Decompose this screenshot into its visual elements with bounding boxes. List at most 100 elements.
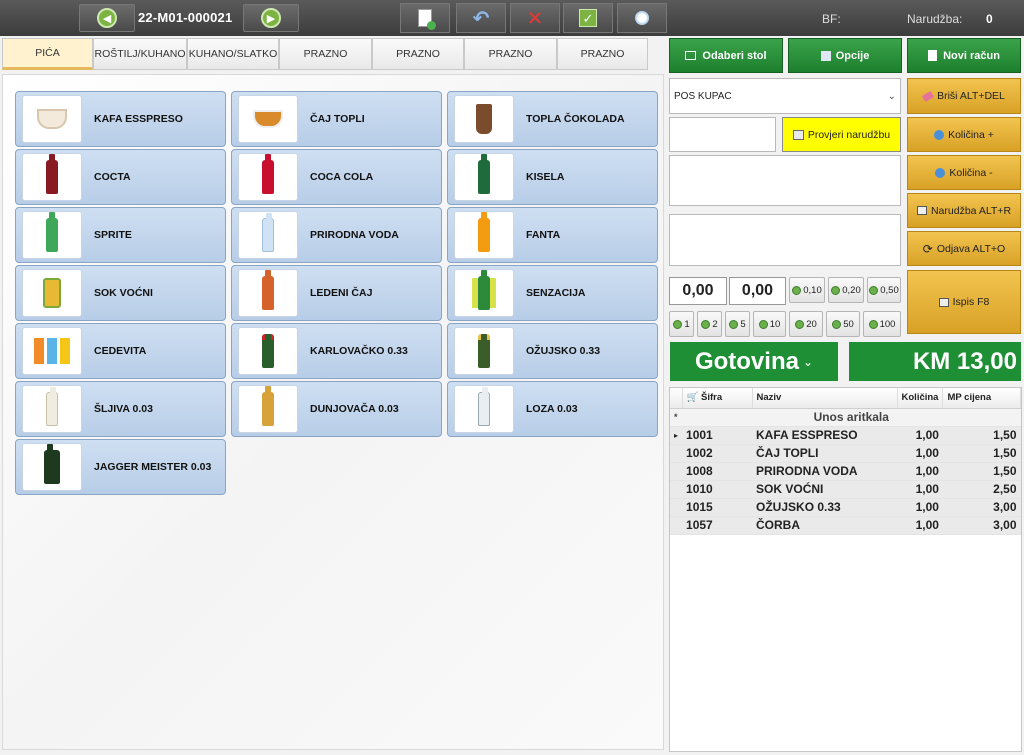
cancel-button[interactable]: ✕	[510, 3, 560, 33]
next-document-button[interactable]: ▶	[243, 4, 299, 32]
product-cocta[interactable]: COCTA	[15, 149, 226, 205]
ispis-button[interactable]: Ispis F8	[907, 270, 1021, 334]
product-caj-topli[interactable]: ČAJ TOPLI	[231, 91, 442, 147]
category-tabs: PIĆA ROŠTILJ/KUHANO KUHANO/SLATKO PRAZNO…	[2, 38, 663, 70]
table-row[interactable]: 1057 ČORBA 1,00 3,00	[670, 516, 1021, 535]
amount-field-1[interactable]: 0,00	[669, 277, 727, 305]
column-header-mp-cijena[interactable]: MP cijena	[942, 388, 1021, 409]
kolicina-minus-button[interactable]: Količina -	[907, 155, 1021, 190]
product-loza[interactable]: LOZA 0.03	[447, 381, 658, 437]
payment-method-value: Gotovina	[694, 347, 799, 375]
cell-cijena: 1,50	[942, 444, 1021, 463]
coin-1-button[interactable]: 1	[669, 311, 694, 337]
coin-100-button[interactable]: 100	[863, 311, 901, 337]
odaberi-stol-button[interactable]: Odaberi stol	[669, 38, 783, 73]
search-button[interactable]	[617, 3, 667, 33]
confirm-button[interactable]: ✓	[563, 3, 613, 33]
opcije-button[interactable]: Opcije	[788, 38, 902, 73]
tab-prazno-3[interactable]: PRAZNO	[464, 38, 557, 70]
product-sljiva[interactable]: ŠLJIVA 0.03	[15, 381, 226, 437]
product-label: KISELA	[526, 171, 565, 183]
product-karlovacko[interactable]: KARLOVAČKO 0.33	[231, 323, 442, 379]
tab-prazno-1[interactable]: PRAZNO	[279, 38, 372, 70]
table-row[interactable]: 1010 SOK VOĆNI 1,00 2,50	[670, 480, 1021, 499]
product-ledeni-caj[interactable]: LEDENI ČAJ	[231, 265, 442, 321]
product-sok-vocni[interactable]: SOK VOĆNI	[15, 265, 226, 321]
odjava-button[interactable]: ⟳ Odjava ALT+O	[907, 231, 1021, 266]
table-row[interactable]: 1002 ČAJ TOPLI 1,00 1,50	[670, 444, 1021, 463]
product-ozujsko[interactable]: OŽUJSKO 0.33	[447, 323, 658, 379]
tab-pica[interactable]: PIĆA	[2, 38, 93, 70]
coin-0-10-button[interactable]: 0,10	[789, 277, 825, 303]
product-coca-cola[interactable]: COCA COLA	[231, 149, 442, 205]
bottle-icon	[22, 153, 82, 201]
product-jagger-meister[interactable]: JAGGER MEISTER 0.03	[15, 439, 226, 495]
provjeri-narudzbu-button[interactable]: Provjeri narudžbu	[782, 117, 901, 152]
coin-label: 0,50	[880, 284, 899, 296]
coin-50-button[interactable]: 50	[826, 311, 860, 337]
cell-kolicina: 1,00	[897, 498, 943, 517]
brisi-button[interactable]: Briši ALT+DEL	[907, 78, 1021, 114]
coin-0-20-button[interactable]: 0,20	[828, 277, 864, 303]
product-sprite[interactable]: SPRITE	[15, 207, 226, 263]
hot-chocolate-icon	[454, 95, 514, 143]
customer-select[interactable]: POS KUPAC ⌄	[669, 78, 901, 114]
novi-racun-button[interactable]: Novi račun	[907, 38, 1021, 73]
product-kisela[interactable]: KISELA	[447, 149, 658, 205]
table-row[interactable]: ▸ 1001 KAFA ESSPRESO 1,00 1,50	[670, 426, 1021, 445]
items-table: 🛒 Šifra Naziv Količina MP cijena * Unos …	[669, 387, 1022, 752]
product-dunjovaca[interactable]: DUNJOVAČA 0.03	[231, 381, 442, 437]
kolicina-plus-button[interactable]: Količina +	[907, 117, 1021, 152]
coin-label: 100	[879, 318, 896, 330]
table-row[interactable]: 1008 PRIRODNA VODA 1,00 1,50	[670, 462, 1021, 481]
note-area-1[interactable]	[669, 155, 901, 206]
row-indicator	[670, 516, 683, 535]
previous-document-button[interactable]: ◀	[79, 4, 135, 32]
kolicina-minus-label: Količina -	[949, 166, 993, 179]
product-cedevita[interactable]: CEDEVITA	[15, 323, 226, 379]
product-prirodna-voda[interactable]: PRIRODNA VODA	[231, 207, 442, 263]
coin-icon	[729, 319, 739, 329]
table-header: 🛒 Šifra Naziv Količina MP cijena	[670, 388, 1021, 409]
bottle-icon	[238, 269, 298, 317]
undo-icon: ↶	[472, 7, 490, 30]
coin-20-button[interactable]: 20	[789, 311, 823, 337]
product-fanta[interactable]: FANTA	[447, 207, 658, 263]
product-senzacija[interactable]: SENZACIJA	[447, 265, 658, 321]
coin-5-button[interactable]: 5	[725, 311, 750, 337]
bottle-icon	[454, 269, 514, 317]
eraser-icon	[922, 90, 935, 102]
note-area-2[interactable]	[669, 214, 901, 266]
product-label: JAGGER MEISTER 0.03	[94, 461, 212, 473]
tab-prazno-4[interactable]: PRAZNO	[557, 38, 648, 70]
tab-prazno-2[interactable]: PRAZNO	[372, 38, 464, 70]
coin-0-50-button[interactable]: 0,50	[867, 277, 901, 303]
product-topla-cokolada[interactable]: TOPLA ČOKOLADA	[447, 91, 658, 147]
column-header-naziv[interactable]: Naziv	[752, 388, 898, 409]
new-item-row[interactable]: * Unos aritkala	[670, 408, 1021, 427]
row-indicator-header	[670, 388, 683, 409]
tab-kuhano-slatko[interactable]: KUHANO/SLATKO	[187, 38, 279, 70]
refresh-icon: ⟳	[922, 241, 933, 256]
cell-kolicina: 1,00	[897, 444, 943, 463]
column-header-sifra[interactable]: 🛒 Šifra	[682, 388, 753, 409]
payment-method-select[interactable]: Gotovina ⌄	[670, 342, 838, 381]
bottle-icon	[22, 211, 82, 259]
undo-button[interactable]: ↶	[456, 3, 506, 33]
table-row[interactable]: 1015 OŽUJSKO 0.33 1,00 3,00	[670, 498, 1021, 517]
tea-icon	[238, 95, 298, 143]
amount-field-2[interactable]: 0,00	[729, 277, 786, 305]
narudzba-label: Narudžba:	[907, 12, 963, 26]
coin-2-button[interactable]: 2	[697, 311, 722, 337]
product-kafa-esspreso[interactable]: KAFA ESSPRESO	[15, 91, 226, 147]
product-label: DUNJOVAČA 0.03	[310, 403, 399, 415]
coin-10-button[interactable]: 10	[753, 311, 786, 337]
order-input[interactable]	[669, 117, 776, 152]
narudzba-button[interactable]: Narudžba ALT+R	[907, 193, 1021, 228]
coin-label: 0,10	[803, 284, 822, 296]
narudzba-label: Narudžba ALT+R	[930, 204, 1012, 217]
column-header-kolicina[interactable]: Količina	[897, 388, 944, 409]
spirit-bottle-icon	[454, 385, 514, 433]
new-document-button[interactable]	[400, 3, 450, 33]
tab-rostilj-kuhano[interactable]: ROŠTILJ/KUHANO	[93, 38, 187, 70]
